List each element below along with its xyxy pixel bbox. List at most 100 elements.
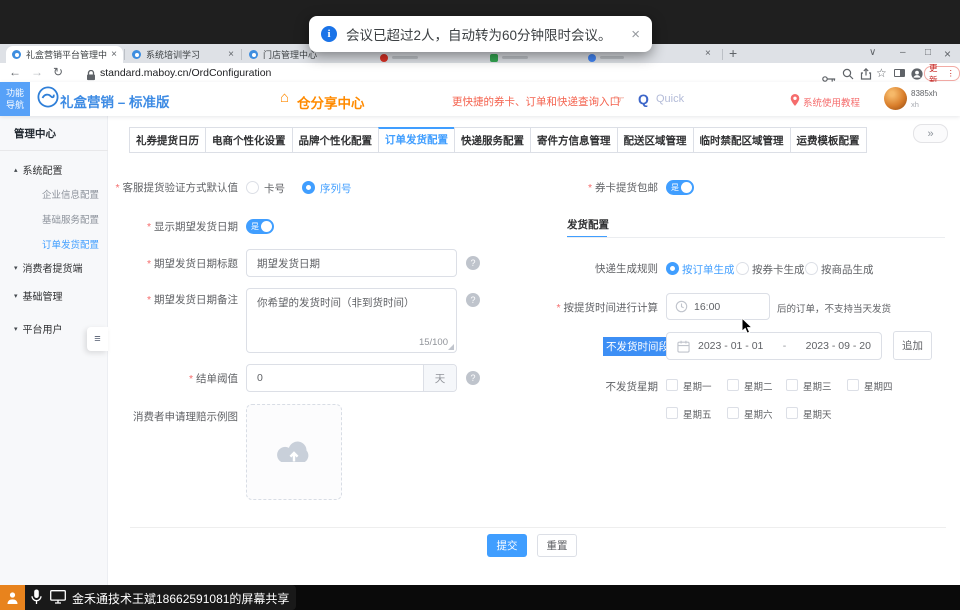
nav-label-1: 功能: [0, 87, 30, 99]
tab-order-shipping-config[interactable]: 订单发货配置: [378, 127, 455, 153]
screen: 礼盒营销平台管理中心 × 系统培训学习 × 门店管理中心 × + ∨ – □ ×…: [0, 0, 960, 610]
verify-method-label: 客服提货验证方式默认值: [98, 181, 238, 195]
url-text[interactable]: standard.maboy.cn/OrdConfiguration: [100, 67, 271, 79]
shipping-config-section-title: 发货配置: [567, 217, 609, 232]
radio-by-product[interactable]: [805, 262, 818, 275]
tab-coupon-calendar[interactable]: 礼券提货日历: [129, 127, 206, 153]
sidebar-collapse-handle[interactable]: ≡: [87, 327, 108, 351]
reload-icon[interactable]: ↻: [53, 65, 63, 79]
checkbox-tuesday-label[interactable]: 星期二: [744, 379, 773, 393]
checkbox-sunday-label[interactable]: 星期天: [803, 407, 832, 421]
checkbox-monday-label[interactable]: 星期一: [683, 379, 712, 393]
sidebar-item-basic-service[interactable]: 基础服务配置: [42, 212, 99, 226]
sidebar-divider: [0, 150, 108, 151]
append-range-button[interactable]: 追加: [893, 331, 932, 360]
form-footer-divider: [130, 527, 946, 528]
pointing-finger-icon: ☞: [613, 92, 625, 108]
back-icon[interactable]: ←: [9, 65, 21, 79]
user-avatar[interactable]: [884, 87, 907, 110]
tab-brand-custom[interactable]: 品牌个性化配置: [292, 127, 380, 153]
submit-button[interactable]: 提交: [487, 534, 527, 557]
sidebar-group-consumer[interactable]: ▾ 消费者提货端: [14, 260, 83, 275]
nav-toggle-button[interactable]: 功能 导航: [0, 82, 30, 116]
meeting-toast: i 会议已超过2人，自动转为60分钟限时会议。 ×: [309, 16, 652, 52]
checkbox-friday[interactable]: [666, 407, 678, 419]
sidebar-group-platform-users[interactable]: ▾ 平台用户: [14, 321, 63, 336]
tab-delivery-area[interactable]: 配送区域管理: [617, 127, 694, 153]
close-threshold-label: 结单阈值: [98, 372, 238, 386]
side-panel-icon[interactable]: [894, 69, 905, 77]
show-expect-date-toggle[interactable]: 是: [246, 219, 274, 234]
checkbox-saturday-label[interactable]: 星期六: [744, 407, 773, 421]
tab-express-service[interactable]: 快递服务配置: [454, 127, 531, 153]
tabs-expand-button[interactable]: »: [913, 124, 948, 143]
tab-freight-template[interactable]: 运费模板配置: [790, 127, 867, 153]
site-favicon-icon: [249, 50, 258, 59]
more-menu-icon[interactable]: ⋮: [947, 68, 956, 79]
help-icon[interactable]: ?: [466, 256, 480, 270]
quick-label[interactable]: Quick: [656, 93, 684, 105]
radio-by-order-label[interactable]: 按订单生成: [682, 262, 735, 277]
close-threshold-input[interactable]: 0 天: [246, 364, 457, 392]
checkbox-sunday[interactable]: [786, 407, 798, 419]
sidebar-group-basic-mgmt[interactable]: ▾ 基础管理: [14, 288, 63, 303]
new-tab-button[interactable]: +: [729, 45, 737, 61]
browser-tab-active[interactable]: 礼盒营销平台管理中心 ×: [6, 46, 123, 63]
tab-temp-ban-area[interactable]: 临时禁配区域管理: [693, 127, 791, 153]
tab-close-icon[interactable]: ×: [705, 48, 711, 59]
sharer-avatar: [0, 585, 25, 610]
reset-button[interactable]: 重置: [537, 534, 577, 557]
sidebar-group-system-config[interactable]: ▴ 系统配置: [14, 162, 63, 177]
radio-by-card-label[interactable]: 按券卡生成: [752, 262, 805, 277]
claim-example-upload[interactable]: [246, 404, 342, 500]
share-center-link[interactable]: 仓分享中心: [297, 92, 365, 112]
checkbox-tuesday[interactable]: [727, 379, 739, 391]
window-maximize-icon[interactable]: □: [925, 47, 931, 58]
checkbox-saturday[interactable]: [727, 407, 739, 419]
promo-text: 更快捷的券卡、订单和快递查询入口: [452, 94, 620, 109]
sidebar-item-order-shipping[interactable]: 订单发货配置: [42, 237, 99, 251]
browser-tab[interactable]: 系统培训学习 ×: [126, 46, 240, 63]
pickup-time-input[interactable]: 16:00: [666, 293, 770, 320]
caret-down-icon: ▾: [14, 264, 18, 272]
radio-serial-number-label[interactable]: 序列号: [320, 181, 352, 196]
range-separator: -: [783, 340, 787, 352]
checkbox-thursday[interactable]: [847, 379, 859, 391]
radio-card-number-label[interactable]: 卡号: [264, 181, 285, 196]
tutorial-link[interactable]: 系统使用教程: [803, 95, 860, 109]
user-name: 8385xh: [911, 89, 937, 98]
checkbox-monday[interactable]: [666, 379, 678, 391]
pickup-time-calc-label: 按提货时间进行计算: [498, 301, 658, 315]
forward-icon[interactable]: →: [31, 65, 43, 79]
site-favicon-icon: [12, 50, 21, 59]
checkbox-thursday-label[interactable]: 星期四: [864, 379, 893, 393]
checkbox-wednesday-label[interactable]: 星期三: [803, 379, 832, 393]
help-icon[interactable]: ?: [466, 293, 480, 307]
radio-card-number[interactable]: [246, 181, 259, 194]
window-close-icon[interactable]: ×: [944, 47, 951, 61]
bookmark-star-icon[interactable]: ☆: [876, 66, 887, 80]
expect-date-title-input[interactable]: 期望发货日期: [246, 249, 457, 277]
checkbox-wednesday[interactable]: [786, 379, 798, 391]
tab-ecommerce-custom[interactable]: 电商个性化设置: [205, 127, 293, 153]
tab-close-icon[interactable]: ×: [111, 49, 117, 60]
checkbox-friday-label[interactable]: 星期五: [683, 407, 712, 421]
free-shipping-toggle[interactable]: 是: [666, 180, 694, 195]
window-minimize-icon[interactable]: –: [900, 47, 906, 58]
browser-update-button[interactable]: 更新 ⋮: [924, 66, 960, 81]
close-icon[interactable]: ×: [631, 26, 640, 43]
resize-grip[interactable]: [448, 344, 454, 350]
expect-date-note-textarea[interactable]: 你希望的发货时间（非到货时间） 15/100: [246, 288, 457, 353]
radio-by-card[interactable]: [736, 262, 749, 275]
window-menu-icon[interactable]: ∨: [869, 47, 876, 58]
tab-close-icon[interactable]: ×: [228, 49, 234, 60]
quick-logo-icon[interactable]: Q: [638, 91, 649, 107]
radio-by-order[interactable]: [666, 262, 679, 275]
sidebar-item-enterprise-info[interactable]: 企业信息配置: [42, 187, 99, 201]
tab-sender-info[interactable]: 寄件方信息管理: [530, 127, 618, 153]
no-ship-date-range-input[interactable]: 2023 - 01 - 01 - 2023 - 09 - 20: [666, 332, 882, 360]
help-icon[interactable]: ?: [466, 371, 480, 385]
radio-by-product-label[interactable]: 按商品生成: [821, 262, 874, 277]
radio-serial-number[interactable]: [302, 181, 315, 194]
hidden-tab-favicon-icon: [588, 54, 596, 62]
